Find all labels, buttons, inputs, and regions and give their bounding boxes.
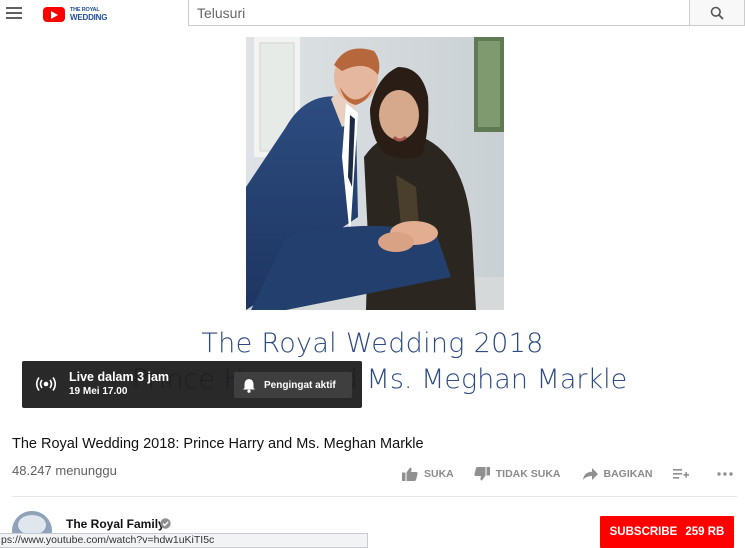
- dislike-label: TIDAK SUKA: [495, 468, 561, 480]
- like-button[interactable]: SUKA: [402, 467, 454, 481]
- playlist-add-icon: [672, 469, 689, 479]
- couple-photo: [246, 37, 504, 310]
- reminder-label: Pengingat aktif: [264, 379, 336, 391]
- live-broadcast-icon: [35, 377, 57, 391]
- share-arrow-icon: [582, 468, 598, 480]
- thumbs-up-icon: [402, 467, 418, 481]
- search-input[interactable]: [189, 0, 689, 25]
- verified-icon: [160, 518, 171, 529]
- divider: [12, 496, 737, 497]
- share-button[interactable]: BAGIKAN: [582, 468, 653, 480]
- channel-name[interactable]: The Royal Family: [66, 517, 165, 531]
- like-label: SUKA: [424, 468, 454, 480]
- live-countdown: Live dalam 3 jam: [69, 370, 170, 384]
- waiting-count: 48.247 menunggu: [12, 463, 117, 478]
- more-horizontal-icon: [716, 472, 733, 476]
- search-icon: [710, 6, 724, 20]
- youtube-watch-page: { "header": { "logo_line1": "THE ROYAL",…: [0, 0, 745, 548]
- banner-title: The Royal Wedding 2018: [201, 328, 544, 359]
- channel-logo[interactable]: THE ROYAL WEDDING: [43, 5, 107, 23]
- more-actions-button[interactable]: [716, 472, 739, 476]
- share-label: BAGIKAN: [603, 468, 653, 480]
- subscribe-button[interactable]: SUBSCRIBE 259 RB: [600, 516, 734, 548]
- subscriber-count: 259 RB: [685, 526, 725, 538]
- reminder-button[interactable]: Pengingat aktif: [234, 372, 352, 398]
- thumbs-down-icon: [474, 467, 490, 481]
- video-thumbnail[interactable]: [246, 37, 504, 310]
- link-status-bar: ps://www.youtube.com/watch?v=hdw1uKiTI5c: [0, 533, 368, 548]
- action-bar: SUKA TIDAK SUKA BAGIKAN: [402, 466, 739, 482]
- youtube-play-icon: [43, 6, 65, 22]
- live-date: 19 Mei 17.00: [69, 386, 128, 397]
- video-title: The Royal Wedding 2018: Prince Harry and…: [12, 436, 424, 452]
- save-to-playlist-button[interactable]: [672, 468, 695, 480]
- subscribe-label: SUBSCRIBE: [609, 526, 678, 538]
- masthead: THE ROYAL WEDDING: [0, 0, 745, 28]
- search-box[interactable]: [188, 0, 690, 26]
- dislike-button[interactable]: TIDAK SUKA: [474, 467, 561, 481]
- menu-icon[interactable]: [6, 7, 22, 19]
- live-overlay: Live dalam 3 jam 19 Mei 17.00 Pengingat …: [22, 361, 362, 408]
- logo-text: THE ROYAL WEDDING: [70, 7, 108, 22]
- search-button[interactable]: [689, 0, 745, 26]
- bell-icon: [243, 378, 255, 393]
